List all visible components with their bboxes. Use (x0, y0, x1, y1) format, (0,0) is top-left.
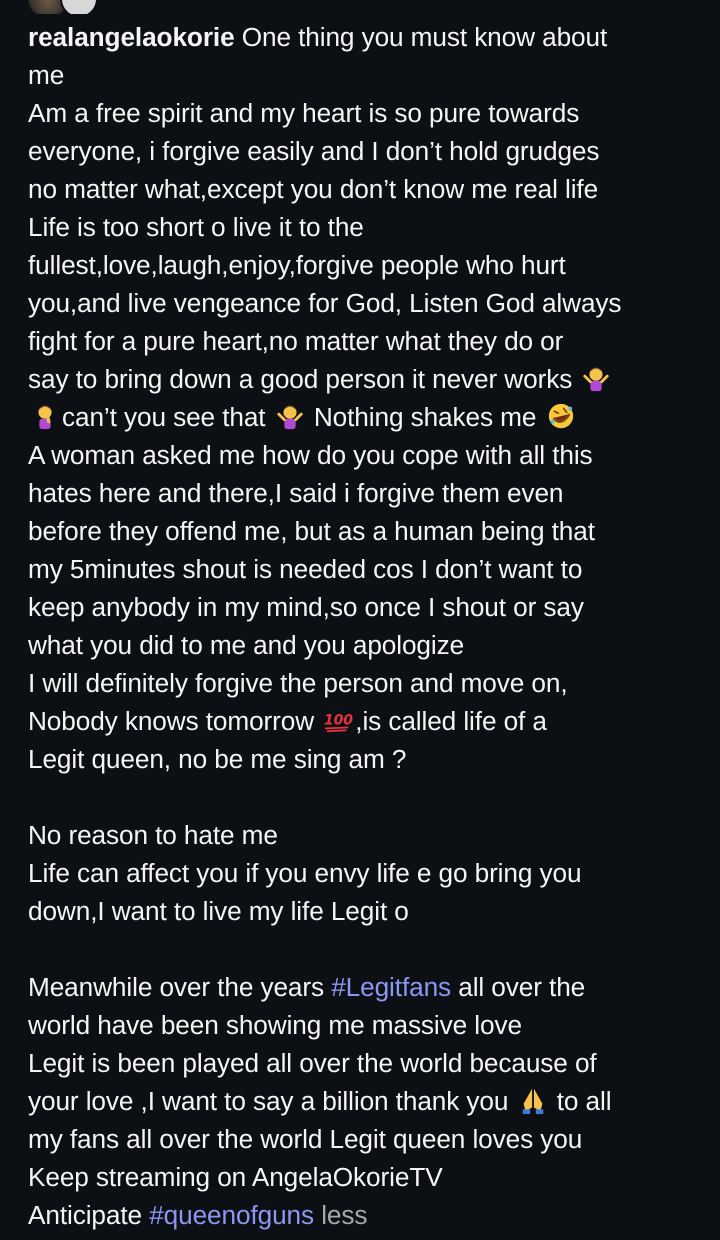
caption-line: fullest,love,laugh,enjoy,forgive people … (28, 246, 700, 284)
person-shrugging-emoji (277, 405, 303, 430)
caption-text: No reason to hate me (28, 820, 278, 850)
caption-text: say to bring down a good person it never… (28, 364, 573, 394)
caption-text: my 5minutes shout is needed cos I don’t … (28, 554, 583, 584)
caption-text: you,and live vengeance for God, Listen G… (28, 288, 622, 318)
caption-text: to all (556, 1086, 612, 1116)
caption-line: Meanwhile over the years #Legitfans all … (28, 968, 700, 1006)
hashtag-link[interactable]: #queenofguns (149, 1200, 314, 1230)
caption-line: before they offend me, but as a human be… (28, 512, 700, 550)
caption-text: your love ,I want to say a billion thank… (28, 1086, 509, 1116)
caption-line: No reason to hate me (28, 816, 700, 854)
folded-hands-emoji (522, 1088, 543, 1115)
secondary-avatar[interactable] (60, 0, 98, 14)
caption-text: A woman asked me how do you cope with al… (28, 440, 593, 470)
post-caption: realangelaokorie One thing you must know… (28, 18, 700, 1234)
caption-text: hates here and there,I said i forgive th… (28, 478, 564, 508)
caption-text: world have been showing me massive love (28, 1010, 522, 1040)
caption-line: hates here and there,I said i forgive th… (28, 474, 700, 512)
caption-text: Anticipate (28, 1200, 143, 1230)
caption-text: all over the (458, 972, 586, 1002)
caption-line: down,I want to live my life Legit o (28, 892, 700, 930)
caption-text: Legit is been played all over the world … (28, 1048, 597, 1078)
caption-line: Keep streaming on AngelaOkorieTV (28, 1158, 700, 1196)
caption-line: can’t you see that Nothing shakes me (28, 398, 700, 436)
caption-line: Am a free spirit and my heart is so pure… (28, 94, 700, 132)
caption-line: my 5minutes shout is needed cos I don’t … (28, 550, 700, 588)
caption-text: Legit queen, no be me sing am ? (28, 744, 407, 774)
caption-text: Nothing shakes me (313, 402, 537, 432)
caption-text: Meanwhile over the years (28, 972, 324, 1002)
person-shrugging-emoji (583, 367, 610, 392)
caption-text: everyone, i forgive easily and I don’t h… (28, 136, 600, 166)
caption-line: what you did to me and you apologize (28, 626, 700, 664)
caption-text: fight for a pure heart,no matter what th… (28, 326, 564, 356)
paragraph-break (28, 930, 700, 968)
caption-line: realangelaokorie One thing you must know… (28, 18, 700, 56)
caption-text: before they offend me, but as a human be… (28, 516, 595, 546)
caption-line: Legit is been played all over the world … (28, 1044, 700, 1082)
caption-text: me (28, 60, 65, 90)
svg-text:100: 100 (324, 713, 353, 729)
caption-text: Nobody knows tomorrow (28, 706, 315, 736)
caption-line: me (28, 56, 700, 94)
caption-text: Am a free spirit and my heart is so pure… (28, 98, 580, 128)
caption-text: ,is called life of a (355, 706, 547, 736)
caption-line: Life can affect you if you envy life e g… (28, 854, 700, 892)
caption-line: Life is too short o live it to the (28, 208, 700, 246)
caption-text: no matter what,except you don’t know me … (28, 174, 599, 204)
caption-text: I will definitely forgive the person and… (28, 668, 568, 698)
less-button[interactable]: less (321, 1200, 367, 1230)
caption-line: fight for a pure heart,no matter what th… (28, 322, 700, 360)
caption-line: say to bring down a good person it never… (28, 360, 700, 398)
caption-username[interactable]: realangelaokorie (28, 22, 235, 52)
post-header-fragment (0, 0, 720, 14)
caption-line: Nobody knows tomorrow 100 ,is called life… (28, 702, 700, 740)
person-facepalming-emoji (38, 405, 52, 430)
caption-text: can’t you see that (62, 402, 266, 432)
caption-line: Legit queen, no be me sing am ? (28, 740, 700, 778)
hundred-points-emoji: 100 (324, 713, 353, 733)
caption-text: Life is too short o live it to the (28, 212, 364, 242)
caption-line: you,and live vengeance for God, Listen G… (28, 284, 700, 322)
caption-text: what you did to me and you apologize (28, 630, 465, 660)
caption-line: world have been showing me massive love (28, 1006, 700, 1044)
caption-line: my fans all over the world Legit queen l… (28, 1120, 700, 1158)
caption-text: keep anybody in my mind,so once I shout … (28, 592, 584, 622)
caption-text: One thing you must know about (241, 22, 608, 52)
caption-text: my fans all over the world Legit queen l… (28, 1124, 583, 1154)
caption-text: fullest,love,laugh,enjoy,forgive people … (28, 250, 566, 280)
caption-line: everyone, i forgive easily and I don’t h… (28, 132, 700, 170)
caption-line: no matter what,except you don’t know me … (28, 170, 700, 208)
caption-line: keep anybody in my mind,so once I shout … (28, 588, 700, 626)
caption-line: your love ,I want to say a billion thank… (28, 1082, 700, 1120)
rolling-on-floor-laughing-emoji (548, 403, 573, 429)
caption-text: Life can affect you if you envy life e g… (28, 858, 582, 888)
caption-text: Keep streaming on AngelaOkorieTV (28, 1162, 443, 1192)
caption-line: Anticipate #queenofguns less (28, 1196, 700, 1234)
caption-line: I will definitely forgive the person and… (28, 664, 700, 702)
caption-line: A woman asked me how do you cope with al… (28, 436, 700, 474)
hashtag-link[interactable]: #Legitfans (331, 972, 451, 1002)
paragraph-break (28, 778, 700, 816)
caption-text: down,I want to live my life Legit o (28, 896, 409, 926)
